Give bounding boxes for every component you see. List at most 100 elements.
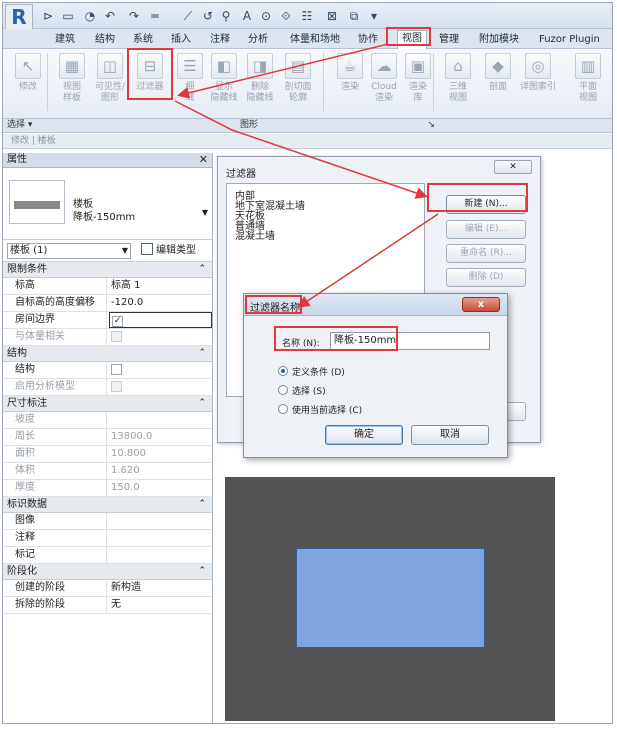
cancel-button[interactable]: 取消 (411, 425, 489, 445)
ribbon-button-section[interactable]: ◆ 剖面 (479, 53, 517, 93)
property-section[interactable]: 限制条件 ⌃ (3, 262, 212, 278)
ribbon-button-label: 三维 (448, 82, 467, 92)
undo-icon[interactable]: ↶ (103, 9, 117, 23)
ribbon-button-callout[interactable]: ◎ 详图索引 (519, 53, 557, 93)
filter-name-input[interactable]: 降板-150mm (330, 332, 490, 350)
tab-0[interactable]: 建筑 (55, 32, 75, 48)
ribbon-button-render-gallery[interactable]: ▣ 渲染库 (399, 53, 437, 104)
chevron-up-icon[interactable]: ⌃ (198, 497, 206, 512)
radio-icon[interactable] (278, 366, 288, 376)
property-value[interactable] (109, 513, 212, 529)
text-icon[interactable]: A (240, 9, 254, 23)
tab-3[interactable]: 插入 (171, 32, 191, 48)
ribbon-button-visibility-graphics[interactable]: ◫ 可见性/图形 (91, 53, 129, 104)
property-value[interactable]: ✓ (109, 312, 212, 328)
tab-4[interactable]: 注释 (210, 32, 230, 48)
ribbon-button-view-template[interactable]: ▦ 视图 样板 (53, 53, 91, 104)
property-value[interactable]: -120.0 (109, 295, 212, 311)
tab-11[interactable]: Fuzor Plugin (539, 32, 600, 48)
chevron-up-icon[interactable]: ⌃ (198, 262, 206, 277)
redo-icon[interactable]: ↷ (127, 9, 141, 23)
tab-2[interactable]: 系统 (133, 32, 153, 48)
chevron-up-icon[interactable]: ⌃ (198, 346, 206, 361)
ribbon-button-cut-profile[interactable]: ▤ 剖切面 轮廓 (279, 53, 317, 104)
tab-9[interactable]: 管理 (439, 32, 459, 48)
floor-slab[interactable] (296, 548, 485, 648)
radio-icon[interactable] (278, 404, 288, 414)
tab-10[interactable]: 附加模块 (479, 32, 519, 48)
close-button[interactable]: ✕ (494, 160, 532, 174)
measure-icon[interactable]: ⟋ (181, 9, 195, 23)
checkbox[interactable] (111, 364, 122, 375)
ribbon-button-show-hidden-lines[interactable]: ◧ 显示 隐藏线 (205, 53, 243, 104)
ribbon-button-filters[interactable]: ⊟ 过滤器 (131, 53, 169, 93)
tab-5[interactable]: 分析 (248, 32, 268, 48)
instance-selector-value: 楼板 (1) (10, 245, 48, 256)
chevron-up-icon[interactable]: ⌃ (198, 564, 206, 579)
filter-list-item[interactable]: 混凝土墙 (235, 232, 416, 242)
property-value (109, 379, 212, 395)
dropdown-icon[interactable]: ▾ (367, 9, 381, 23)
delete-filter-button[interactable]: 删除 (D) (446, 268, 526, 287)
chevron-down-icon[interactable]: ▼ (202, 208, 208, 217)
dimension-icon[interactable]: ↺ (201, 9, 215, 23)
ribbon-button-remove-hidden-lines[interactable]: ◨ 删除 隐藏线 (241, 53, 279, 104)
property-name: 结构 (3, 362, 107, 378)
section-icon[interactable]: ⟐ (279, 9, 293, 23)
3d-view-icon[interactable]: ⊙ (259, 9, 273, 23)
type-selector[interactable]: 楼板 降板-150mm ▼ (3, 168, 212, 240)
panel-select-title[interactable]: 选择 ▾ (3, 119, 57, 133)
ribbon-button-render[interactable]: ☕ 渲染 (331, 53, 369, 93)
app-logo-icon[interactable]: R (5, 4, 33, 30)
instance-selector[interactable]: 楼板 (1) ▼ (7, 243, 131, 259)
option-radio-0[interactable]: 定义条件 (D) (278, 366, 345, 379)
ribbon-button-plan-view[interactable]: ▥ 平面 视图 (569, 53, 607, 104)
close-windows-icon[interactable]: ⊠ (325, 9, 339, 23)
property-name: 注释 (3, 530, 107, 546)
property-row: 结构 (3, 362, 212, 379)
ribbon-button-3d-view[interactable]: ⌂ 三维 视图 (439, 53, 477, 104)
open-icon[interactable]: ⊳ (41, 9, 55, 23)
radio-icon[interactable] (278, 385, 288, 395)
property-value[interactable] (109, 530, 212, 546)
panel-graphics-launcher-icon[interactable]: ↘ (427, 119, 435, 132)
tab-8[interactable]: 视图 (397, 30, 427, 49)
panel-graphics-title: 图形 ↘ (57, 119, 441, 133)
chevron-up-icon[interactable]: ⌃ (198, 396, 206, 411)
ok-button[interactable]: 确定 (325, 425, 403, 445)
tab-6[interactable]: 体量和场地 (290, 32, 340, 48)
property-value[interactable]: 无 (109, 597, 212, 613)
close-icon[interactable]: ✕ (199, 153, 208, 167)
tab-1[interactable]: 结构 (95, 32, 115, 48)
ribbon-button-thin-lines[interactable]: ☰ 细线 (171, 53, 209, 104)
property-value[interactable]: 标高 1 (109, 278, 212, 294)
checkbox[interactable]: ✓ (112, 316, 123, 327)
sync-icon[interactable]: ◔ (83, 9, 97, 23)
property-section[interactable]: 标识数据 ⌃ (3, 497, 212, 513)
ribbon-button-modify-arrow[interactable]: ↖ 修改 (9, 53, 47, 93)
rename-filter-button[interactable]: 重命名 (R)... (446, 244, 526, 263)
property-section[interactable]: 结构 ⌃ (3, 346, 212, 362)
close-button[interactable]: x (462, 297, 500, 312)
property-name: 拆除的阶段 (3, 597, 107, 613)
tab-7[interactable]: 协作 (358, 32, 378, 48)
option-radio-1[interactable]: 选择 (S) (278, 385, 326, 398)
print-icon[interactable]: ═ (148, 9, 162, 23)
save-icon[interactable]: ▭ (61, 9, 75, 23)
thin-lines-icon[interactable]: ☷ (300, 9, 314, 23)
ribbon-button-label: 渲染 (408, 82, 427, 92)
tag-icon[interactable]: ⚲ (219, 9, 233, 23)
property-section[interactable]: 尺寸标注 ⌃ (3, 396, 212, 412)
option-radio-2[interactable]: 使用当前选择 (C) (278, 404, 362, 417)
switch-windows-icon[interactable]: ⧉ (347, 9, 361, 23)
property-section[interactable]: 阶段化 ⌃ (3, 564, 212, 580)
ribbon-button-cloud-render[interactable]: ☁ Cloud 渲染 (365, 53, 403, 104)
property-value[interactable]: 新构造 (109, 580, 212, 596)
property-value[interactable] (109, 547, 212, 563)
edit-type-button[interactable]: 编辑类型 (141, 243, 196, 259)
3d-view-icon: ⌂ (445, 53, 471, 79)
new-filter-button[interactable]: 新建 (N)... (446, 195, 526, 214)
checkbox (111, 381, 122, 392)
edit-filter-button[interactable]: 编辑 (E)... (446, 220, 526, 239)
property-value[interactable] (109, 362, 212, 378)
